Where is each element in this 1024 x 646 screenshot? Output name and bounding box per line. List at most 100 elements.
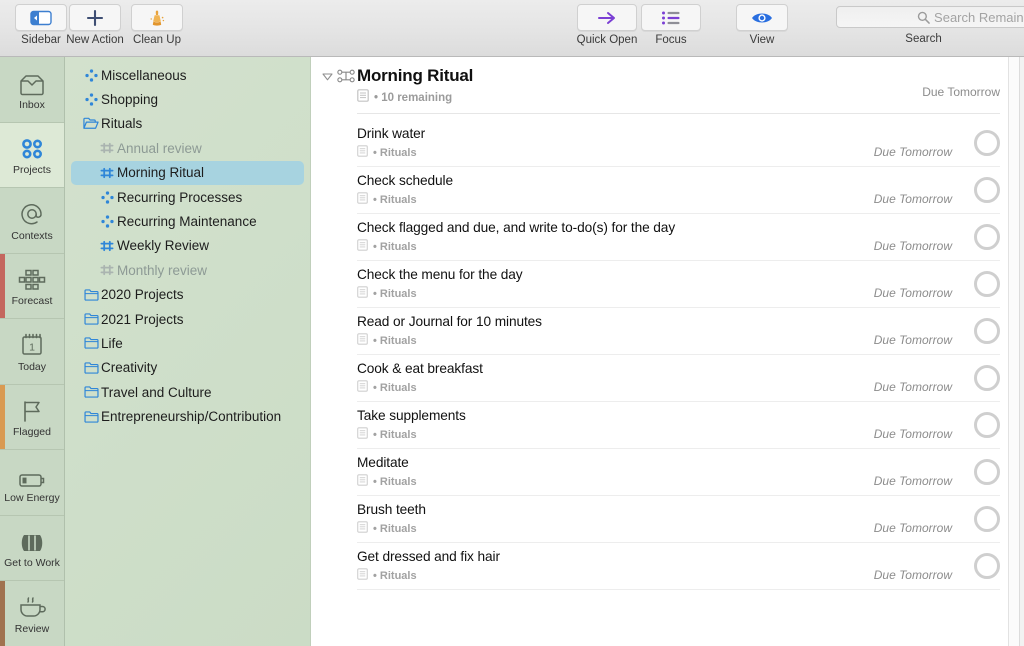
outline-label: Creativity: [101, 360, 158, 376]
folder-icon: [81, 289, 101, 301]
task-title: Check schedule: [357, 173, 453, 188]
parallel-project-icon: [97, 191, 117, 204]
search-input[interactable]: Search Remaining: [836, 6, 1024, 28]
toolbar-button-clean-up[interactable]: Clean Up: [124, 4, 190, 46]
folder-icon: [81, 337, 101, 350]
task-checkbox[interactable]: [974, 224, 1000, 250]
search-placeholder: Search Remaining: [934, 9, 1024, 25]
project-due-badge: Due Tomorrow: [922, 85, 1000, 99]
perspective-projects[interactable]: Projects: [0, 122, 64, 188]
outline-item-weekly-review[interactable]: Weekly Review: [71, 234, 304, 258]
perspective-label-inbox: Inbox: [19, 98, 45, 111]
battery-icon: [18, 461, 46, 489]
outline-item-entrepreneurship-contribution[interactable]: Entrepreneurship/Contribution: [71, 404, 304, 428]
task-title: Cook & eat breakfast: [357, 361, 483, 376]
outline-item-creativity[interactable]: Creativity: [71, 356, 304, 380]
task-row[interactable]: Read or Journal for 10 minutes • Rituals…: [357, 308, 1000, 355]
task-checkbox[interactable]: [974, 318, 1000, 344]
outline-label: Recurring Maintenance: [117, 214, 257, 230]
sequential-project-icon: [97, 167, 117, 179]
perspective-label-review: Review: [14, 622, 50, 635]
toolbar-label-new-action: New Action: [66, 34, 124, 46]
folder-icon: [81, 362, 101, 374]
toolbar-button-focus[interactable]: Focus: [638, 4, 704, 46]
calendar-icon: 1: [19, 330, 45, 358]
view-button-face[interactable]: [736, 4, 788, 31]
task-context: • Rituals: [373, 241, 417, 253]
perspective-review[interactable]: Review: [0, 581, 64, 646]
task-list-panel: Morning Ritual • 10 remaining Due Tomorr…: [311, 57, 1024, 646]
outline-item-miscellaneous[interactable]: Miscellaneous: [71, 63, 304, 87]
page-title: Morning Ritual: [357, 66, 474, 85]
sidebar-button-face[interactable]: [15, 4, 67, 31]
task-title: Take supplements: [357, 408, 466, 423]
project-outline-sidebar[interactable]: Miscellaneous Shopping Rituals Annual re…: [65, 57, 311, 646]
outline-item-rituals-folder[interactable]: Rituals: [71, 112, 304, 136]
toolbar-button-quick-open[interactable]: Quick Open: [574, 4, 640, 46]
task-row[interactable]: Check schedule • Rituals Due Tomorrow: [357, 167, 1000, 214]
outline-label: Monthly review: [117, 262, 208, 278]
search-label: Search: [905, 33, 942, 45]
outline-item-2021-projects[interactable]: 2021 Projects: [71, 307, 304, 331]
toolbar-button-new-action[interactable]: New Action: [62, 4, 128, 46]
triangle-down-icon[interactable]: [319, 72, 335, 81]
coffee-cup-icon: [17, 592, 47, 620]
svg-text:1: 1: [29, 341, 35, 353]
task-due-date: Due Tomorrow: [873, 427, 952, 441]
barrel-icon: [18, 526, 46, 554]
outline-item-recurring-processes[interactable]: Recurring Processes: [71, 185, 304, 209]
project-header[interactable]: Morning Ritual • 10 remaining Due Tomorr…: [311, 57, 1024, 120]
quick-open-button-face[interactable]: [577, 4, 637, 31]
outline-item-annual-review[interactable]: Annual review: [71, 136, 304, 160]
task-row[interactable]: Check the menu for the day • Rituals Due…: [357, 261, 1000, 308]
task-row[interactable]: Brush teeth • Rituals Due Tomorrow: [357, 496, 1000, 543]
outline-label: Life: [101, 335, 123, 351]
perspective-contexts[interactable]: Contexts: [0, 188, 64, 254]
task-checkbox[interactable]: [974, 130, 1000, 156]
task-checkbox[interactable]: [974, 412, 1000, 438]
perspective-get-to-work[interactable]: Get to Work: [0, 515, 64, 581]
task-checkbox[interactable]: [974, 177, 1000, 203]
task-checkbox[interactable]: [974, 553, 1000, 579]
arrow-right-icon: [598, 11, 615, 24]
task-checkbox[interactable]: [974, 506, 1000, 532]
clean-up-button-face[interactable]: [131, 4, 183, 31]
outline-item-2020-projects[interactable]: 2020 Projects: [71, 283, 304, 307]
task-checkbox[interactable]: [974, 365, 1000, 391]
task-row[interactable]: Check flagged and due, and write to-do(s…: [357, 214, 1000, 261]
perspective-flagged[interactable]: Flagged: [0, 384, 64, 450]
task-row[interactable]: Meditate • Rituals Due Tomorrow: [357, 449, 1000, 496]
task-context: • Rituals: [373, 288, 417, 300]
task-checkbox[interactable]: [974, 459, 1000, 485]
perspective-low-energy[interactable]: Low Energy: [0, 450, 64, 516]
note-icon: [357, 567, 368, 585]
outline-item-recurring-maintenance[interactable]: Recurring Maintenance: [71, 209, 304, 233]
task-due-date: Due Tomorrow: [873, 145, 952, 159]
task-row[interactable]: Take supplements • Rituals Due Tomorrow: [357, 402, 1000, 449]
at-sign-icon: [19, 199, 45, 227]
perspective-today[interactable]: 1 Today: [0, 319, 64, 385]
task-title: Get dressed and fix hair: [357, 549, 500, 564]
task-row[interactable]: Get dressed and fix hair • Rituals Due T…: [357, 543, 1000, 590]
sequential-project-icon: [97, 240, 117, 252]
outline-item-travel-and-culture[interactable]: Travel and Culture: [71, 380, 304, 404]
task-title: Check the menu for the day: [357, 267, 523, 282]
perspective-forecast[interactable]: Forecast: [0, 253, 64, 319]
outline-item-morning-ritual[interactable]: Morning Ritual: [71, 160, 304, 185]
outline-item-shopping[interactable]: Shopping: [71, 87, 304, 111]
perspective-inbox[interactable]: Inbox: [0, 57, 64, 123]
outline-label: 2020 Projects: [101, 287, 184, 303]
focus-button-face[interactable]: [641, 4, 701, 31]
outline-label: Annual review: [117, 140, 202, 156]
note-icon: [357, 191, 368, 209]
outline-item-life[interactable]: Life: [71, 331, 304, 355]
task-checkbox[interactable]: [974, 271, 1000, 297]
perspective-label-forecast: Forecast: [11, 295, 53, 308]
toolbar-button-view[interactable]: View: [729, 4, 795, 46]
task-row[interactable]: Cook & eat breakfast • Rituals Due Tomor…: [357, 355, 1000, 402]
sequential-project-icon: [335, 69, 357, 83]
new-action-button-face[interactable]: [69, 4, 121, 31]
task-row[interactable]: Drink water • Rituals Due Tomorrow: [357, 120, 1000, 167]
outline-label: Shopping: [101, 92, 159, 108]
outline-item-monthly-review[interactable]: Monthly review: [71, 258, 304, 282]
